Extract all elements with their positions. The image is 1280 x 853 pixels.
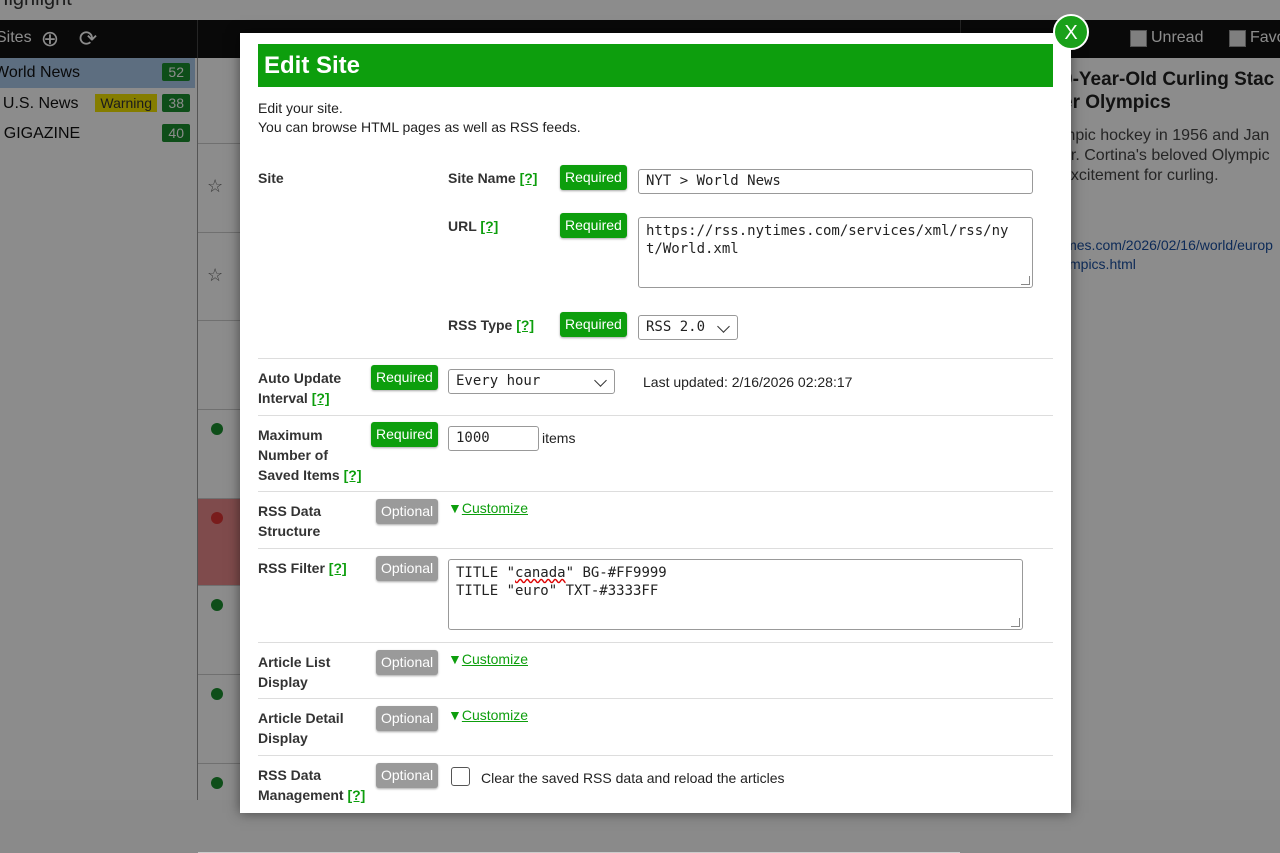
customize-link-text: Customize — [461, 651, 528, 667]
clear-data-checkbox-label[interactable]: Clear the saved RSS data and reload the … — [481, 770, 785, 786]
optional-badge: Optional — [376, 650, 439, 675]
max-items-label-line3: Saved Items [?] — [258, 465, 362, 485]
dialog-intro: Edit your site. You can browse HTML page… — [258, 99, 581, 137]
resize-handle-icon[interactable] — [1011, 618, 1020, 627]
last-updated-text: Last updated: 2/16/2026 02:28:17 — [643, 374, 853, 390]
rss-type-value: RSS 2.0 — [646, 319, 706, 335]
divider — [258, 698, 1053, 699]
article-list-label-line: Article List — [258, 654, 331, 670]
help-link[interactable]: [?] — [516, 317, 534, 333]
optional-badge: Optional — [376, 499, 439, 524]
filter-text: " BG-#FF9999 — [565, 565, 667, 581]
article-list-display-label: Article List Display — [258, 652, 330, 692]
spellcheck-word: canada — [515, 565, 566, 581]
auto-update-select[interactable]: Every hour — [448, 369, 615, 394]
url-textarea[interactable]: https://rss.nytimes.com/services/xml/rss… — [638, 217, 1033, 288]
expand-triangle-icon: ▼ — [448, 500, 462, 516]
rss-type-select[interactable]: RSS 2.0 — [638, 315, 738, 340]
auto-update-label-line: Auto Update — [258, 370, 342, 386]
url-value: https://rss.nytimes.com/services/xml/rss… — [646, 223, 1009, 257]
article-list-label-line: Display — [258, 674, 308, 690]
rss-data-structure-label-line: RSS Data — [258, 503, 322, 519]
help-link[interactable]: [?] — [520, 170, 538, 186]
customize-link[interactable]: ▼Customize — [448, 651, 528, 667]
items-unit-label: items — [542, 430, 576, 446]
close-button[interactable]: X — [1053, 14, 1089, 50]
divider — [258, 358, 1053, 359]
auto-update-value: Every hour — [456, 373, 541, 389]
expand-triangle-icon: ▼ — [448, 707, 462, 723]
rss-type-label: RSS Type [?] — [448, 315, 534, 335]
filter-line: TITLE "canada" BG-#FF9999 — [456, 564, 1015, 582]
site-name-input[interactable]: NYT > World News — [638, 169, 1033, 194]
rss-data-management-label-line: RSS Data — [258, 767, 322, 783]
filter-text: TITLE " — [456, 565, 516, 581]
required-badge: Required — [560, 165, 627, 190]
help-link[interactable]: [?] — [347, 787, 365, 803]
article-detail-label-line: Article Detail — [258, 710, 344, 726]
help-link[interactable]: [?] — [480, 218, 498, 234]
max-items-label-line: Maximum — [258, 427, 323, 443]
resize-handle-icon[interactable] — [1021, 276, 1030, 285]
filter-line: TITLE "euro" TXT-#3333FF — [456, 583, 659, 599]
expand-triangle-icon: ▼ — [448, 651, 462, 667]
rss-data-structure-label: RSS Data Structure — [258, 501, 321, 541]
rss-filter-label: RSS Filter [?] — [258, 558, 347, 578]
optional-badge: Optional — [376, 556, 439, 581]
required-badge: Required — [560, 312, 627, 337]
auto-update-label-line2: Interval [?] — [258, 388, 341, 408]
divider — [258, 755, 1053, 756]
rss-filter-label-text: RSS Filter — [258, 560, 325, 576]
required-badge: Required — [371, 422, 438, 447]
auto-update-label: Auto Update Interval [?] — [258, 368, 341, 408]
max-items-label-line: Number of — [258, 447, 328, 463]
rss-type-label-text: RSS Type — [448, 317, 513, 333]
customize-link-text: Customize — [461, 500, 528, 516]
rss-filter-textarea[interactable]: TITLE "canada" BG-#FF9999 TITLE "euro" TX… — [448, 559, 1023, 630]
optional-badge: Optional — [376, 706, 439, 731]
chevron-down-icon — [717, 320, 730, 333]
customize-link[interactable]: ▼Customize — [448, 500, 528, 516]
site-name-label: Site Name [?] — [448, 168, 537, 188]
required-badge: Required — [560, 213, 627, 238]
required-badge: Required — [371, 365, 438, 390]
article-detail-display-label: Article Detail Display — [258, 708, 344, 748]
divider — [258, 548, 1053, 549]
rss-data-management-label: RSS Data Management [?] — [258, 765, 365, 805]
rss-data-management-label-line2: Management [?] — [258, 785, 365, 805]
auto-update-label-text: Interval — [258, 390, 308, 406]
intro-line: You can browse HTML pages as well as RSS… — [258, 119, 581, 135]
max-items-input[interactable]: 1000 — [448, 426, 539, 451]
intro-line: Edit your site. — [258, 100, 343, 116]
site-name-label-text: Site Name — [448, 170, 516, 186]
max-items-label-text: Saved Items — [258, 467, 340, 483]
url-label-text: URL — [448, 218, 477, 234]
article-detail-label-line: Display — [258, 730, 308, 746]
divider — [258, 415, 1053, 416]
divider — [258, 642, 1053, 643]
rss-data-management-label-text: Management — [258, 787, 344, 803]
clear-data-checkbox[interactable] — [451, 767, 470, 786]
chevron-down-icon — [594, 374, 607, 387]
max-items-label: Maximum Number of Saved Items [?] — [258, 425, 362, 485]
rss-data-structure-label-line: Structure — [258, 523, 321, 539]
dialog-title: Edit Site — [258, 44, 1053, 87]
help-link[interactable]: [?] — [344, 467, 362, 483]
site-section-label: Site — [258, 170, 284, 186]
optional-badge: Optional — [376, 763, 439, 788]
url-label: URL [?] — [448, 216, 498, 236]
customize-link[interactable]: ▼Customize — [448, 707, 528, 723]
help-link[interactable]: [?] — [312, 390, 330, 406]
customize-link-text: Customize — [461, 707, 528, 723]
divider — [258, 491, 1053, 492]
help-link[interactable]: [?] — [329, 560, 347, 576]
edit-site-dialog: Edit Site Edit your site. You can browse… — [240, 33, 1071, 813]
